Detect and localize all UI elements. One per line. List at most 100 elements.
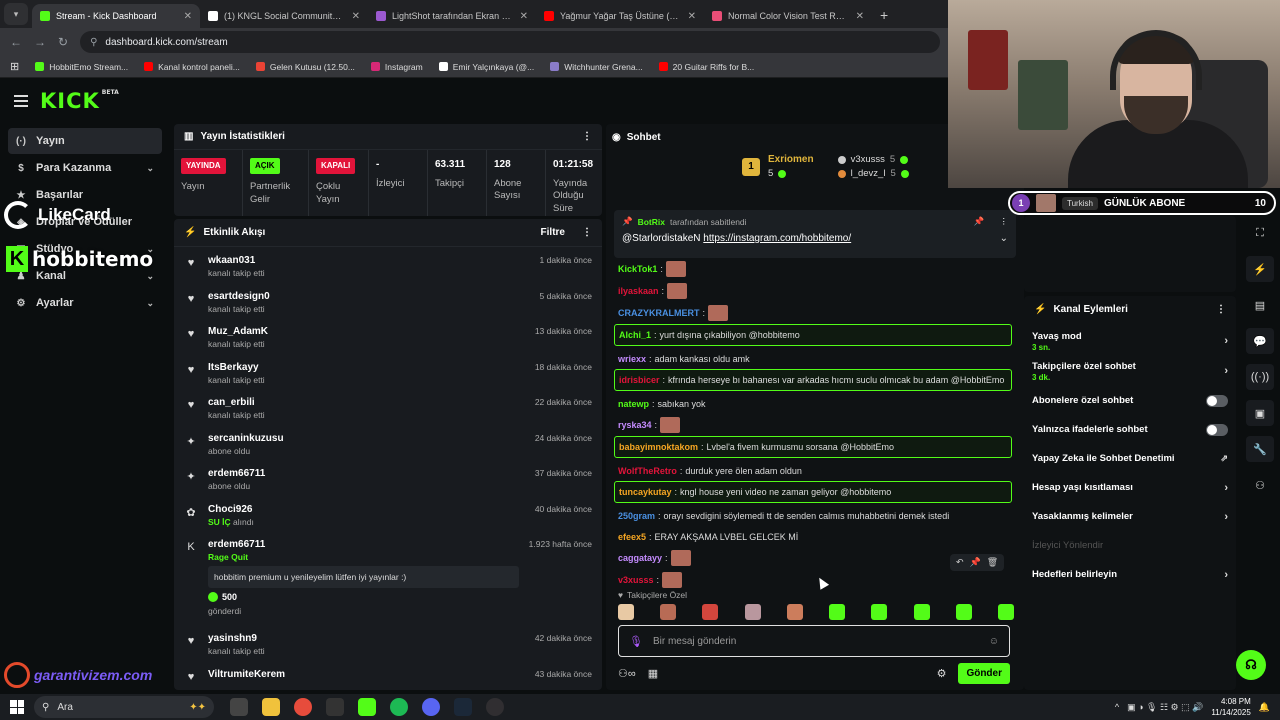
chat-message[interactable]: wriexx: adam kankası oldu amk — [614, 348, 1012, 369]
document-icon[interactable]: ▤ — [1246, 292, 1274, 318]
channel-action[interactable]: Yasaklanmış kelimeler › — [1024, 502, 1236, 531]
obs-icon[interactable] — [486, 698, 504, 716]
chat-message[interactable]: babayimnoktakom: Lvbel'a fivem kurmusmu s… — [614, 436, 1012, 458]
chat-input[interactable]: 🎙 Bir mesaj gönderin ☺ — [618, 625, 1010, 657]
delete-icon[interactable]: 🗑 — [987, 557, 998, 568]
emote-icon[interactable] — [829, 604, 846, 620]
task-view-icon[interactable] — [230, 698, 248, 716]
bookmark[interactable]: Emir Yalçınkaya (@... — [438, 62, 534, 72]
activity-username[interactable]: yasinshn9 — [208, 633, 525, 644]
chat-username[interactable]: tuncaykutay — [619, 485, 672, 499]
stats-more-icon[interactable]: ⋮ — [582, 131, 592, 142]
chat-message[interactable]: CRAZYKRALMERT: — [614, 302, 1012, 324]
pinned-by[interactable]: BotRix — [638, 217, 665, 227]
chat-username[interactable]: ryska34 — [618, 418, 652, 432]
chat-message[interactable]: tuncaykutay: kngl house yeni video ne zam… — [614, 481, 1012, 503]
chevron-right-icon[interactable]: › — [1224, 511, 1228, 523]
emote-icon[interactable] — [702, 604, 719, 620]
terminal-icon[interactable] — [326, 698, 344, 716]
bookmark[interactable]: 20 Guitar Riffs for B... — [658, 62, 754, 72]
mic-icon[interactable]: 🎙 — [629, 635, 643, 648]
chat-username[interactable]: idrisbicer — [619, 373, 660, 387]
toggle-switch[interactable] — [1206, 423, 1228, 436]
steam-icon[interactable] — [454, 698, 472, 716]
close-tab-icon[interactable]: ✕ — [520, 11, 528, 22]
users-icon[interactable]: ⚇ — [1246, 472, 1274, 498]
third-gifter-name[interactable]: l_devz_l — [851, 168, 886, 179]
tab-search-button[interactable]: ▾ — [4, 3, 28, 25]
channel-action[interactable]: Yavaş mod 3 sn. › — [1024, 326, 1236, 356]
back-icon[interactable]: ← — [10, 35, 22, 49]
apps-grid-icon[interactable]: ⊞ — [10, 60, 19, 73]
gift-icon[interactable]: ▦ — [648, 667, 658, 680]
file-explorer-icon[interactable] — [262, 698, 280, 716]
users-icon[interactable]: ⚇∞ — [618, 667, 636, 680]
chrome-icon[interactable] — [294, 698, 312, 716]
kick-app-icon[interactable] — [358, 698, 376, 716]
chat-message[interactable]: Alchi_1: yurt dışına çıkabiliyon @hobbite… — [614, 324, 1012, 346]
browser-tab[interactable]: Stream - Kick Dashboard ✕ — [32, 4, 200, 28]
bookmark[interactable]: Kanal kontrol paneli... — [144, 62, 240, 72]
expand-icon[interactable]: ⌄ — [1000, 233, 1008, 244]
activity-username[interactable]: ViltrumiteKerem — [208, 669, 525, 680]
chat-message[interactable]: 250gram: orayı sevdigini söylemedi tt de … — [614, 505, 1012, 526]
chevron-right-icon[interactable]: › — [1224, 335, 1228, 347]
activity-username[interactable]: Muz_AdamK — [208, 326, 525, 337]
activity-username[interactable]: esartdesign0 — [208, 291, 530, 302]
pinned-link[interactable]: https://instagram.com/hobbitemo/ — [703, 233, 851, 244]
notification-icon[interactable]: 🔔 — [1259, 702, 1270, 713]
layout-icon[interactable]: ▣ — [1246, 400, 1274, 426]
emote-icon[interactable] — [871, 604, 888, 620]
sidebar-item[interactable]: (·) Yayın — [8, 128, 162, 154]
activity-username[interactable]: sercaninkuzusu — [208, 433, 525, 444]
activity-username[interactable]: wkaan031 — [208, 255, 530, 266]
browser-tab[interactable]: LightShot tarafından Ekran Gör ✕ — [368, 4, 536, 28]
chat-username[interactable]: Alchi_1 — [619, 328, 651, 342]
url-field[interactable]: ⚲ dashboard.kick.com/stream — [80, 31, 941, 53]
chat-username[interactable]: efeex5 — [618, 530, 646, 544]
chat-message[interactable]: natewp: sabıkan yok — [614, 393, 1012, 414]
chat-message[interactable]: idrisbicer: kfrında herseye bı bahanesı v… — [614, 369, 1012, 391]
bookmark[interactable]: Instagram — [370, 62, 423, 72]
bookmark[interactable]: Witchhunter Grena... — [550, 62, 643, 72]
chat-message[interactable]: KickTok1: — [614, 258, 1012, 280]
site-info-icon[interactable]: ⚲ — [90, 37, 97, 48]
chat-username[interactable]: babayimnoktakom — [619, 440, 698, 454]
emote-icon[interactable] — [997, 604, 1014, 620]
start-icon[interactable] — [10, 700, 24, 714]
actions-more-icon[interactable]: ⋮ — [1216, 304, 1226, 315]
channel-action[interactable]: Yapay Zeka ile Sohbet Denetimi ⇗ — [1024, 444, 1236, 473]
discord-icon[interactable] — [422, 698, 440, 716]
second-gifter-name[interactable]: v3xusss — [851, 154, 885, 165]
bookmark[interactable]: Gelen Kutusu (12.50... — [255, 62, 355, 72]
activity-more-icon[interactable]: ⋮ — [582, 227, 592, 238]
chevron-right-icon[interactable]: › — [1224, 569, 1228, 581]
taskbar-search[interactable]: ⚲ Ara ✦✦ — [34, 696, 214, 718]
chevron-right-icon[interactable]: › — [1224, 365, 1228, 377]
unpin-icon[interactable]: 📌 — [974, 216, 985, 227]
filter-button[interactable]: Filtre — [541, 227, 565, 238]
new-tab-button[interactable]: + — [872, 7, 896, 28]
close-tab-icon[interactable]: ✕ — [352, 11, 360, 22]
crop-icon[interactable]: ⛶ — [1246, 220, 1274, 246]
channel-action[interactable]: Takipçilere özel sohbet 3 dk. › — [1024, 356, 1236, 386]
chat-username[interactable]: CRAZYKRALMERT — [618, 306, 700, 320]
sidebar-item[interactable]: $ Para Kazanma ⌄ — [8, 155, 162, 181]
channel-action[interactable]: Hesap yaşı kısıtlaması › — [1024, 473, 1236, 502]
chat-username[interactable]: 250gram — [618, 509, 655, 523]
channel-action[interactable]: Hedefleri belirleyin › — [1024, 560, 1236, 589]
clock[interactable]: 4:08 PM 11/14/2025 — [1211, 696, 1250, 718]
activity-username[interactable]: erdem66711 — [208, 468, 525, 479]
activity-username[interactable]: erdem66711 — [208, 539, 519, 550]
toggle-switch[interactable] — [1206, 394, 1228, 407]
send-button[interactable]: Gönder — [958, 662, 1010, 684]
pin-message-icon[interactable]: 📌 — [970, 557, 981, 568]
activity-username[interactable]: ItsBerkayy — [208, 362, 525, 373]
pinned-more-icon[interactable]: ⋮ — [1000, 216, 1009, 227]
chat-username[interactable]: natewp — [618, 397, 649, 411]
reload-icon[interactable]: ↻ — [58, 35, 68, 49]
emote-icon[interactable] — [618, 604, 634, 620]
emote-icon[interactable] — [660, 604, 677, 620]
emote-icon[interactable] — [744, 604, 761, 620]
chat-username[interactable]: caggatayy — [618, 551, 662, 565]
